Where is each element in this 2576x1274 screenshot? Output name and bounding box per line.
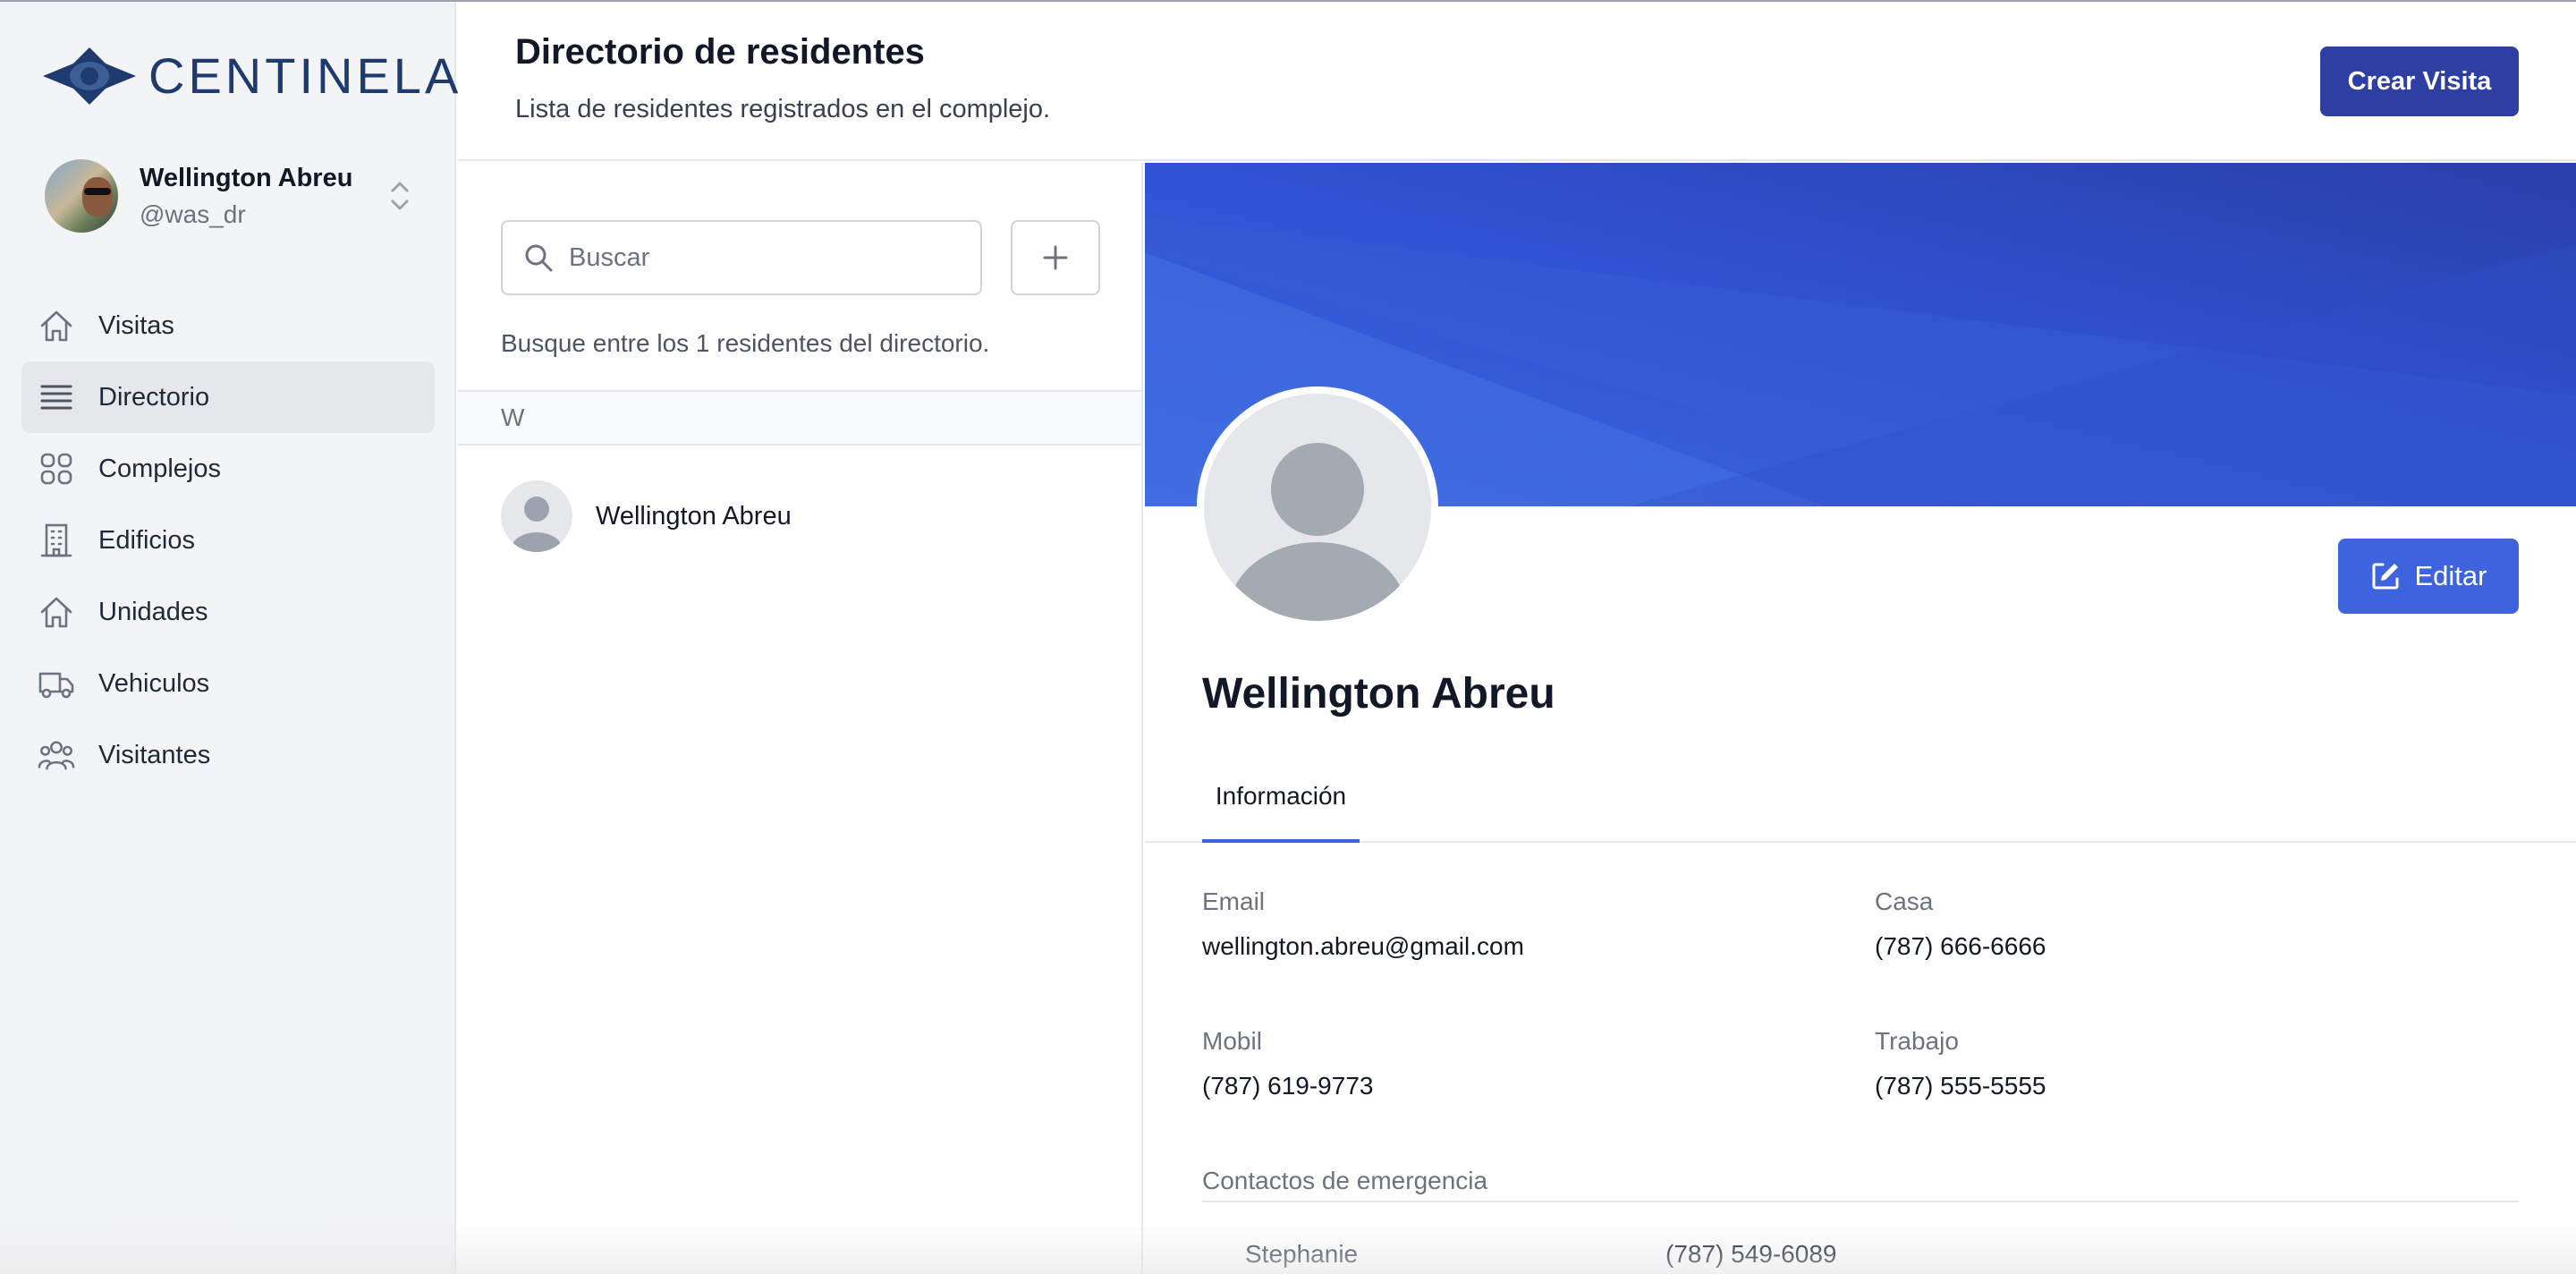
avatar (501, 480, 572, 552)
profile-panel: Editar Wellington Abreu Información Emai… (1145, 163, 2576, 1274)
emergency-contacts-title: Contactos de emergencia (1202, 1167, 1488, 1194)
emergency-contact-phone: (787) 549-6089 (1665, 1240, 1837, 1268)
trabajo-label: Trabajo (1875, 1027, 1959, 1055)
sidebar-item-visitas[interactable]: Visitas (21, 290, 435, 361)
list-icon (38, 378, 75, 416)
sidebar-item-label: Directorio (98, 382, 210, 412)
sidebar-nav: Visitas Directorio Complejos Edificios U… (21, 290, 435, 791)
list-item[interactable]: Wellington Abreu (501, 480, 792, 553)
user-name: Wellington Abreu (140, 163, 353, 192)
plus-icon (1043, 245, 1068, 270)
page-title: Directorio de residentes (515, 32, 925, 72)
eye-logo-icon (43, 47, 136, 105)
create-visit-button[interactable]: Crear Visita (2320, 47, 2519, 116)
sidebar-item-unidades[interactable]: Unidades (21, 576, 435, 648)
truck-icon (38, 665, 75, 702)
profile-tabs: Información (1145, 753, 2576, 843)
home-icon (38, 593, 75, 631)
sidebar-item-directorio[interactable]: Directorio (21, 361, 435, 433)
divider (1202, 1201, 2519, 1202)
add-resident-button[interactable] (1011, 220, 1100, 295)
search-icon (525, 244, 553, 272)
user-switcher[interactable]: Wellington Abreu @was_dr (45, 156, 411, 236)
edit-icon (2372, 563, 2398, 590)
search-input[interactable] (569, 242, 962, 273)
directory-panel: Busque entre los 1 residentes del direct… (458, 163, 1143, 1274)
sidebar-item-label: Unidades (98, 597, 208, 626)
sidebar-item-label: Complejos (98, 454, 221, 483)
sidebar-item-complejos[interactable]: Complejos (21, 433, 435, 505)
mobil-label: Mobil (1202, 1027, 1262, 1055)
sidebar-item-vehiculos[interactable]: Vehiculos (21, 648, 435, 719)
brand-logo[interactable]: CENTINELA (43, 47, 462, 105)
sidebar-item-label: Edificios (98, 525, 195, 555)
sidebar: CENTINELA Wellington Abreu @was_dr Visit… (0, 2, 458, 1274)
resident-count-text: Busque entre los 1 residentes del direct… (501, 329, 990, 357)
sidebar-item-label: Vehiculos (98, 668, 210, 698)
building-icon (38, 522, 75, 559)
sidebar-item-label: Visitantes (98, 740, 211, 769)
edit-button-label: Editar (2414, 560, 2487, 591)
casa-value: (787) 666-6666 (1875, 932, 2046, 960)
app-window: CENTINELA Wellington Abreu @was_dr Visit… (0, 0, 2576, 1274)
page-subtitle: Lista de residentes registrados en el co… (515, 95, 1051, 123)
chevron-up-down-icon (391, 182, 409, 210)
trabajo-value: (787) 555-5555 (1875, 1072, 2046, 1100)
sidebar-item-visitantes[interactable]: Visitantes (21, 719, 435, 791)
list-group-header: W (458, 390, 1141, 446)
profile-name: Wellington Abreu (1202, 670, 1555, 718)
email-label: Email (1202, 888, 1266, 915)
users-icon (38, 736, 75, 774)
grid-icon (38, 450, 75, 488)
brand-name: CENTINELA (148, 47, 462, 104)
sidebar-item-label: Visitas (98, 310, 174, 340)
home-icon (38, 307, 75, 344)
page-header: Directorio de residentes Lista de reside… (458, 2, 2576, 161)
avatar (45, 159, 118, 233)
edit-button[interactable]: Editar (2338, 539, 2519, 614)
profile-avatar (1197, 386, 1438, 628)
email-value: wellington.abreu@gmail.com (1202, 932, 1524, 960)
user-handle: @was_dr (140, 200, 246, 228)
emergency-contact-name: Stephanie (1245, 1240, 1359, 1268)
search-field[interactable] (501, 220, 982, 295)
sidebar-item-edificios[interactable]: Edificios (21, 505, 435, 576)
casa-label: Casa (1875, 888, 1934, 915)
tab-informacion[interactable]: Información (1202, 753, 1360, 843)
mobil-value: (787) 619-9773 (1202, 1072, 1374, 1100)
resident-name: Wellington Abreu (596, 501, 792, 531)
